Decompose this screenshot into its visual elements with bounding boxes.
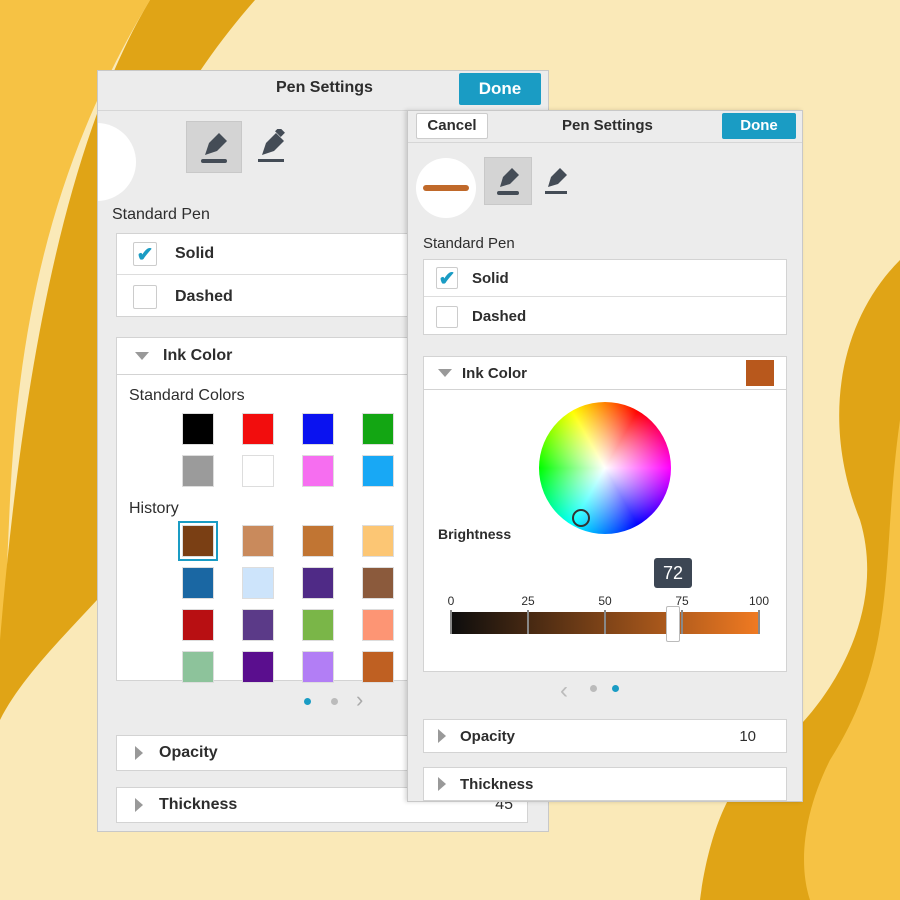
history-color-swatch[interactable] xyxy=(302,567,334,599)
checkbox[interactable] xyxy=(436,305,458,328)
brightness-label: Brightness xyxy=(438,526,512,542)
section-title: Ink Color xyxy=(163,347,233,364)
brightness-tick-mark xyxy=(758,610,760,634)
section-title: Thickness xyxy=(159,796,238,813)
line-style-list: ✔ Solid Dashed xyxy=(423,259,787,335)
history-color-swatch[interactable] xyxy=(362,651,394,683)
option-label: Dashed xyxy=(472,308,527,325)
history-color-swatch[interactable] xyxy=(242,567,274,599)
done-button[interactable]: Done xyxy=(722,113,796,139)
standard-color-swatch[interactable] xyxy=(302,413,334,445)
brightness-tick-mark xyxy=(450,610,452,634)
checkbox[interactable] xyxy=(133,284,157,309)
history-color-swatch[interactable] xyxy=(178,521,218,561)
history-color-swatch[interactable] xyxy=(362,567,394,599)
standard-color-swatch[interactable] xyxy=(242,413,274,445)
highlighter-icon xyxy=(545,168,567,194)
page-dot-active[interactable] xyxy=(612,685,619,692)
standard-color-swatch[interactable] xyxy=(242,455,274,487)
history-color-swatch[interactable] xyxy=(182,651,214,683)
option-label: Solid xyxy=(472,269,509,287)
history-color-swatch[interactable] xyxy=(242,651,274,683)
highlighter-tool-button[interactable] xyxy=(536,157,576,205)
cancel-button[interactable]: Cancel xyxy=(416,113,488,139)
opacity-header[interactable]: Opacity 10 xyxy=(423,719,787,753)
brightness-tick-label: 50 xyxy=(598,594,612,608)
expand-triangle-icon xyxy=(438,777,446,791)
pen-icon xyxy=(201,133,227,163)
collapse-triangle-icon xyxy=(438,369,452,377)
history-color-swatch[interactable] xyxy=(302,525,334,557)
panel-title: Pen Settings xyxy=(562,117,653,134)
checkbox-checked[interactable]: ✔ xyxy=(133,242,157,266)
standard-color-swatch[interactable] xyxy=(362,455,394,487)
color-wheel-handle[interactable] xyxy=(572,509,590,527)
brightness-value-tooltip: 72 xyxy=(654,558,692,588)
standard-colors-label: Standard Colors xyxy=(129,387,245,404)
page-dot-active[interactable] xyxy=(304,698,311,705)
history-color-swatch[interactable] xyxy=(302,609,334,641)
history-color-swatch[interactable] xyxy=(362,609,394,641)
thickness-header[interactable]: Thickness xyxy=(423,767,787,801)
brightness-tick-label: 25 xyxy=(521,594,535,608)
highlighter-tool-button[interactable] xyxy=(246,121,296,173)
section-title: Opacity xyxy=(159,744,218,761)
brightness-tick-label: 0 xyxy=(447,594,455,608)
current-color-swatch[interactable] xyxy=(746,360,774,386)
pen-tool-button[interactable] xyxy=(186,121,242,173)
standard-color-swatch[interactable] xyxy=(182,455,214,487)
page-dot[interactable] xyxy=(590,685,597,692)
pen-icon xyxy=(497,168,519,195)
header: Pen Settings Done xyxy=(98,71,548,111)
color-wheel[interactable] xyxy=(539,402,671,534)
pen-preview xyxy=(416,158,476,218)
ink-color-header[interactable]: Ink Color xyxy=(423,356,787,390)
expand-triangle-icon xyxy=(438,729,446,743)
line-style-solid[interactable]: ✔ Solid xyxy=(424,260,786,297)
section-label: Standard Pen xyxy=(112,206,210,223)
history-color-swatch[interactable] xyxy=(362,525,394,557)
section-title: Opacity xyxy=(460,727,516,745)
previous-page-chevron-icon[interactable]: ‹ xyxy=(560,677,568,705)
brightness-tick-mark xyxy=(681,610,683,634)
section-title: Ink Color xyxy=(462,364,528,382)
pen-preview xyxy=(98,123,136,201)
section-label: Standard Pen xyxy=(423,235,515,252)
standard-color-swatch[interactable] xyxy=(362,413,394,445)
panel-title: Pen Settings xyxy=(276,79,373,96)
highlighter-icon xyxy=(258,129,285,162)
option-label: Solid xyxy=(175,245,215,262)
brightness-tick-mark xyxy=(604,610,606,634)
pen-tool-button[interactable] xyxy=(484,157,532,205)
brightness-tick-mark xyxy=(527,610,529,634)
section-title: Thickness xyxy=(460,775,534,793)
opacity-value: 10 xyxy=(739,727,756,745)
header: Cancel Pen Settings Done xyxy=(408,111,802,143)
standard-color-swatch[interactable] xyxy=(302,455,334,487)
history-label: History xyxy=(129,500,179,517)
page-dot[interactable] xyxy=(331,698,338,705)
color-picker: Brightness 72 0 25 50 75 100 xyxy=(423,390,787,672)
expand-triangle-icon xyxy=(135,746,143,760)
history-color-swatch[interactable] xyxy=(182,609,214,641)
option-label: Dashed xyxy=(175,287,233,305)
checkbox-checked[interactable]: ✔ xyxy=(436,267,458,290)
right-pen-settings-panel: Cancel Pen Settings Done Standard Pen ✔ S… xyxy=(407,110,803,802)
history-color-swatch[interactable] xyxy=(302,651,334,683)
pen-stroke-preview xyxy=(423,185,469,191)
collapse-triangle-icon xyxy=(135,352,149,360)
done-button[interactable]: Done xyxy=(459,73,541,105)
next-page-chevron-icon[interactable]: › xyxy=(356,687,363,713)
line-style-dashed[interactable]: Dashed xyxy=(424,298,786,335)
history-color-swatch[interactable] xyxy=(242,609,274,641)
history-color-swatch[interactable] xyxy=(182,567,214,599)
expand-triangle-icon xyxy=(135,798,143,812)
history-color-swatch[interactable] xyxy=(242,525,274,557)
brightness-tick-label: 100 xyxy=(748,594,770,608)
standard-color-swatch[interactable] xyxy=(182,413,214,445)
brightness-slider-thumb[interactable] xyxy=(665,606,680,642)
